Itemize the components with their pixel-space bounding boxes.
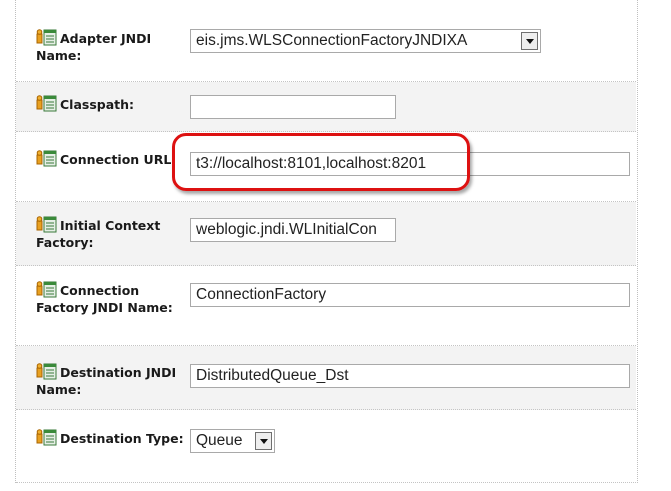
- dropdown-arrow-icon[interactable]: [521, 32, 538, 50]
- destination-jndi-name-input[interactable]: DistributedQueue_Dst: [190, 364, 630, 388]
- label-destination-type: Destination Type:: [36, 429, 186, 447]
- label-connection-factory-jndi-name: Connection Factory JNDI Name:: [36, 281, 173, 315]
- adapter-jndi-name-value: eis.jms.WLSConnectionFactoryJNDIXA: [196, 32, 468, 49]
- label-classpath: Classpath:: [36, 95, 186, 113]
- label-connection-url: Connection URL:: [36, 150, 186, 168]
- right-border: [637, 0, 638, 483]
- dropdown-arrow-icon[interactable]: [255, 432, 272, 450]
- classpath-input[interactable]: [190, 95, 396, 119]
- connection-url-highlight: [172, 133, 470, 191]
- label-adapter-jndi-name: Adapter JNDI Name:: [36, 29, 152, 63]
- property-config-icon: [36, 429, 57, 446]
- row-destination-jndi-name: Destination JNDI Name: DistributedQueue_…: [16, 346, 636, 410]
- destination-type-select[interactable]: Queue: [190, 429, 275, 453]
- property-config-icon: [36, 150, 57, 167]
- label-initial-context-factory: Initial Context Factory:: [36, 216, 161, 250]
- destination-type-value: Queue: [196, 432, 243, 449]
- row-adapter-jndi-name: Adapter JNDI Name: eis.jms.WLSConnection…: [16, 0, 636, 82]
- property-config-icon: [36, 29, 57, 46]
- adapter-jndi-name-select[interactable]: eis.jms.WLSConnectionFactoryJNDIXA: [190, 29, 541, 53]
- initial-context-factory-input[interactable]: weblogic.jndi.WLInitialCon: [190, 218, 396, 242]
- row-destination-type: Destination Type: Queue: [16, 410, 636, 483]
- connection-factory-jndi-name-input[interactable]: ConnectionFactory: [190, 283, 630, 307]
- row-initial-context-factory: Initial Context Factory: weblogic.jndi.W…: [16, 202, 636, 266]
- property-config-icon: [36, 281, 57, 298]
- label-destination-jndi-name: Destination JNDI Name:: [36, 363, 177, 397]
- row-classpath: Classpath:: [16, 82, 636, 132]
- property-config-icon: [36, 216, 57, 233]
- property-config-icon: [36, 95, 57, 112]
- property-config-icon: [36, 363, 57, 380]
- row-connection-factory-jndi-name: Connection Factory JNDI Name: Connection…: [16, 266, 636, 346]
